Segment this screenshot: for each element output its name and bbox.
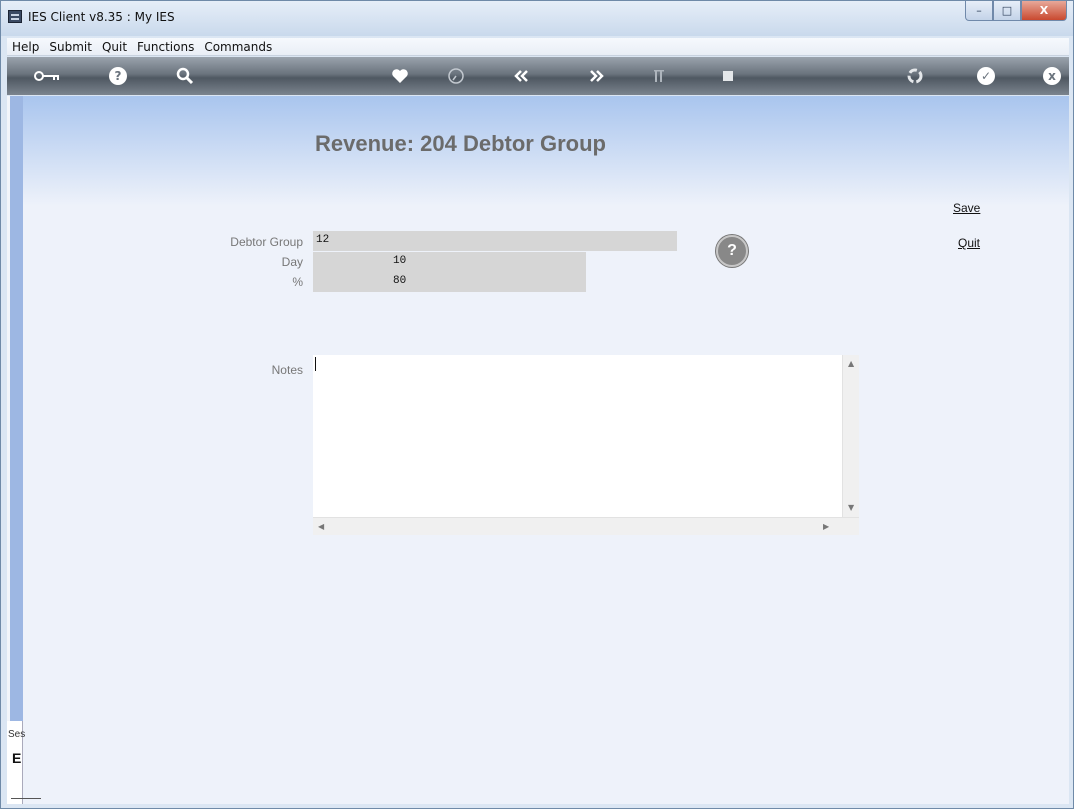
day-field[interactable]: 10 [313,252,586,272]
recycle-icon[interactable] [905,66,925,86]
session-label: Ses [8,729,26,740]
key-icon[interactable] [33,66,63,86]
scroll-right-icon[interactable]: ▶ [823,522,829,531]
menu-quit[interactable]: Quit [97,40,132,54]
toolbar: ? ✓ x [7,57,1069,95]
window-controls: – □ X [965,1,1067,23]
text-caret [315,357,316,371]
divider [11,798,41,799]
menu-commands[interactable]: Commands [199,40,277,54]
session-icon[interactable]: E [12,750,21,766]
scroll-up-icon[interactable]: ▲ [848,359,854,368]
search-icon[interactable] [175,66,195,86]
help-circle-icon[interactable]: ? [716,235,748,267]
notes-vertical-scrollbar[interactable]: ▲ ▼ [842,355,859,517]
page-title: Revenue: 204 Debtor Group [315,131,606,156]
columns-icon[interactable] [651,66,671,86]
stop-icon[interactable] [718,66,738,86]
help-icon[interactable]: ? [109,67,127,85]
notes-label: Notes [271,363,303,377]
forward-icon[interactable] [586,66,606,86]
maximize-button[interactable]: □ [993,1,1021,21]
minimize-button[interactable]: – [965,1,993,21]
menu-functions[interactable]: Functions [132,40,199,54]
debtor-group-label: Debtor Group [230,235,303,249]
check-icon[interactable]: ✓ [977,67,995,85]
save-link[interactable]: Save [953,201,980,215]
window-title: IES Client v8.35 : My IES [28,10,175,24]
notes-horizontal-scrollbar[interactable]: ◀ ▶ [313,517,859,535]
scroll-down-icon[interactable]: ▼ [848,503,854,512]
percent-label: % [292,275,303,289]
heart-icon[interactable] [390,66,410,86]
close-icon[interactable]: x [1043,67,1061,85]
close-window-button[interactable]: X [1021,1,1067,21]
menu-bar: Help Submit Quit Functions Commands [7,38,1069,56]
scroll-left-icon[interactable]: ◀ [318,522,324,531]
rewind-icon[interactable] [512,66,532,86]
title-bar[interactable]: IES Client v8.35 : My IES – □ X [1,1,1073,36]
percent-field[interactable]: 80 [313,272,586,292]
clock-icon[interactable] [446,66,466,86]
app-window: IES Client v8.35 : My IES – □ X Help Sub… [0,0,1074,809]
quit-link[interactable]: Quit [958,236,980,250]
menu-submit[interactable]: Submit [44,40,97,54]
notes-textarea[interactable]: ▲ ▼ ◀ ▶ [313,355,859,535]
debtor-group-field[interactable]: 12 [313,231,677,251]
left-strip [7,96,23,804]
day-label: Day [281,255,303,269]
menu-help[interactable]: Help [7,40,44,54]
app-icon[interactable] [8,10,22,23]
